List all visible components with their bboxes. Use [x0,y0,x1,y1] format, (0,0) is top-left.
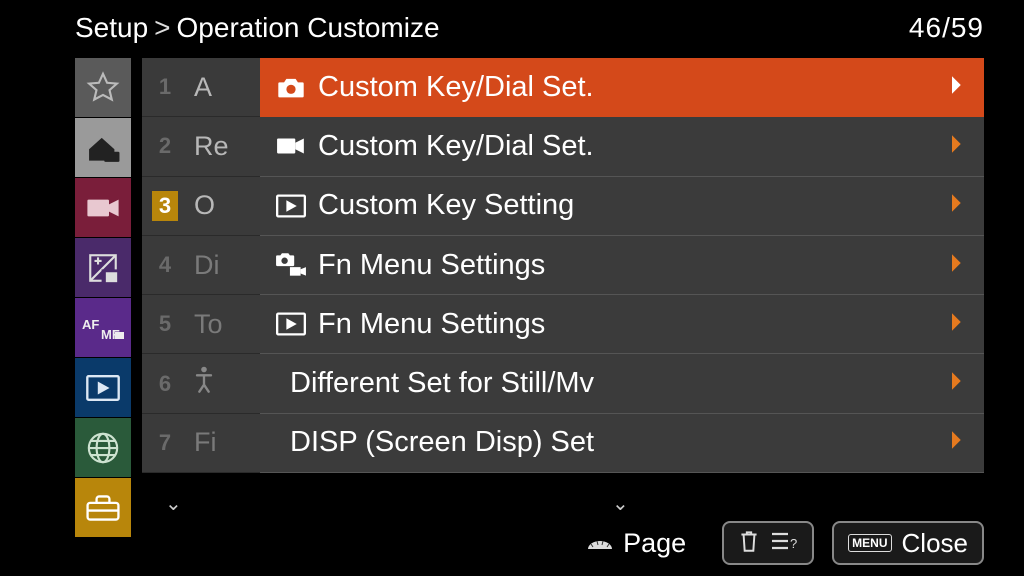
category-network[interactable] [75,418,131,477]
submenu-item-2[interactable]: 2 Re [142,117,262,176]
submenu-label: Di [194,250,220,281]
scroll-down-icon: ⌄ [165,491,182,516]
chevron-right-icon [950,193,966,218]
chevron-right-icon [950,312,966,337]
category-favorites[interactable] [75,58,131,117]
chevron-right-icon [950,371,966,396]
close-label: Close [902,528,968,559]
exposure-icon [86,251,120,285]
option-label: Custom Key/Dial Set. [318,71,940,104]
category-focus[interactable]: AFMF [75,298,131,357]
breadcrumb: Setup > Operation Customize [75,12,440,44]
trash-icon [738,528,760,559]
menu-badge: MENU [848,534,891,552]
submenu-number: 4 [152,250,178,280]
header-bar: Setup > Operation Customize 46/59 [75,8,984,48]
submenu-number: 1 [152,72,178,102]
options-list: Custom Key/Dial Set. Custom Key/Dial Set… [260,58,984,473]
svg-text:AF: AF [82,317,99,332]
category-main[interactable] [75,118,131,177]
breadcrumb-root: Setup [75,12,148,44]
footer-bar: Page ? MENU Close [75,518,984,568]
camera-movie-icon [274,248,308,282]
chevron-right-icon [950,253,966,278]
option-custom-key-playback[interactable]: Custom Key Setting [260,177,984,236]
submenu-item-1[interactable]: 1 A [142,58,262,117]
close-button[interactable]: MENU Close [832,521,984,565]
submenu-label: Fi [194,427,217,458]
svg-text:?: ? [790,536,797,551]
dial-icon [585,533,615,553]
submenu-item-5[interactable]: 5 To [142,295,262,354]
camera-icon [274,70,308,104]
playback-icon [274,307,308,341]
star-icon [86,71,120,105]
option-label: Custom Key/Dial Set. [318,130,940,163]
page-hint: Page [585,528,686,559]
blank-icon [274,367,280,401]
category-shooting[interactable] [75,178,131,237]
submenu-number: 6 [152,369,178,399]
submenu-item-3[interactable]: 3 O [142,177,262,236]
submenu-item-4[interactable]: 4 Di [142,236,262,295]
option-label: Fn Menu Settings [318,308,940,341]
page-counter: 46/59 [909,12,984,44]
category-rail: AFMF [75,58,131,537]
af-mf-icon: AFMF [81,315,125,341]
help-button[interactable]: ? [722,521,814,565]
submenu-label: A [194,72,212,103]
chevron-right-icon [950,430,966,455]
submenu-label [194,366,214,401]
option-different-set[interactable]: Different Set for Still/Mv [260,354,984,413]
page-hint-label: Page [623,528,686,559]
submenu-label: To [194,309,223,340]
movie-icon [274,129,308,163]
submenu-number: 3 [152,191,178,221]
breadcrumb-leaf: Operation Customize [177,12,440,44]
scroll-down-icon: ⌄ [612,491,629,516]
option-custom-key-dial-still[interactable]: Custom Key/Dial Set. [260,58,984,117]
category-playback[interactable] [75,358,131,417]
chevron-right-icon [950,134,966,159]
option-label: Different Set for Still/Mv [290,367,940,400]
submenu-label: O [194,190,215,221]
submenu-label: Re [194,131,229,162]
option-custom-key-dial-movie[interactable]: Custom Key/Dial Set. [260,117,984,176]
submenu-number: 2 [152,131,178,161]
breadcrumb-separator: > [154,12,170,44]
option-label: Fn Menu Settings [318,249,940,282]
option-fn-menu-still-movie[interactable]: Fn Menu Settings [260,236,984,295]
option-fn-menu-playback[interactable]: Fn Menu Settings [260,295,984,354]
globe-icon [86,431,120,465]
submenu-number: 7 [152,428,178,458]
playback-icon [86,374,120,402]
category-exposure[interactable] [75,238,131,297]
submenu-number: 5 [152,309,178,339]
accessibility-icon [194,366,214,394]
submenu-item-7[interactable]: 7 Fi [142,414,262,473]
option-disp-set[interactable]: DISP (Screen Disp) Set [260,414,984,473]
chevron-right-icon [950,75,966,100]
submenu-column: 1 A 2 Re 3 O 4 Di 5 To 6 7 Fi [142,58,262,473]
blank-icon [274,426,280,460]
video-icon [85,195,121,221]
playback-icon [274,189,308,223]
option-label: Custom Key Setting [318,189,940,222]
home-camera-icon [84,131,122,165]
option-label: DISP (Screen Disp) Set [290,426,940,459]
submenu-item-6[interactable]: 6 [142,354,262,413]
help-list-icon: ? [770,530,798,557]
